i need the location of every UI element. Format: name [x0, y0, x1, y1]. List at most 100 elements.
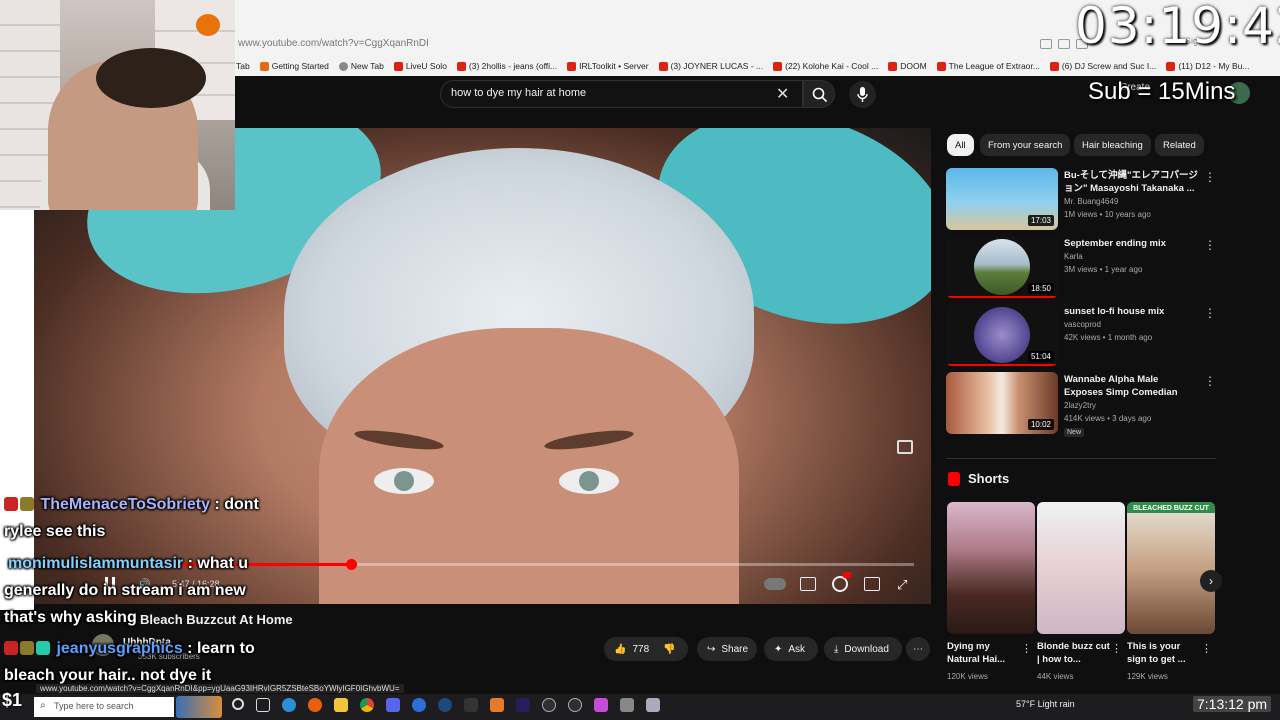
channel-name[interactable]: Mr. Buang4649 [1064, 197, 1118, 206]
video-thumbnail[interactable]: 10:02 [946, 372, 1058, 434]
ask-button[interactable]: ✦ Ask [764, 637, 818, 661]
bookmark-item[interactable]: (3) JOYNER LUCAS - ... [658, 61, 763, 71]
theater-mode-button[interactable] [864, 577, 880, 591]
bookmark-item[interactable]: (22) Kolohe Kai - Cool ... [773, 61, 878, 71]
firefox-icon[interactable] [308, 698, 322, 712]
short-item[interactable]: Blonde buzz cut | how to... 44K views ⋮ [1037, 502, 1125, 688]
channel-name[interactable]: vascoprod [1064, 320, 1101, 329]
bookmark-item[interactable]: IRLToolkit • Server [567, 61, 649, 71]
webcam-overlay [0, 0, 235, 210]
obs-icon[interactable] [542, 698, 556, 712]
short-title[interactable]: Blonde buzz cut | how to... [1037, 640, 1111, 666]
recommended-video[interactable]: 10:02 Wannabe Alpha Male Exposes Simp Co… [946, 372, 1216, 437]
duration-badge: 18:50 [1027, 283, 1054, 294]
extension-icon[interactable] [1040, 39, 1052, 49]
more-vert-icon[interactable]: ⋮ [1111, 642, 1122, 655]
bookmark-item[interactable]: The League of Extraor... [936, 61, 1040, 71]
thumbs-down-icon[interactable]: 👎 [663, 644, 675, 655]
short-item[interactable]: BLEACHED BUZZ CUT This is your sign to g… [1127, 502, 1215, 688]
app-icon[interactable] [646, 698, 660, 712]
edge-icon[interactable] [282, 698, 296, 712]
obs-icon[interactable] [568, 698, 582, 712]
chevron-right-icon[interactable]: › [1200, 570, 1222, 592]
short-item[interactable]: Dying my Natural Hai... 120K views ⋮ [947, 502, 1035, 688]
bookmarks-bar: Tab Getting Started New Tab LiveU Solo (… [236, 58, 1280, 74]
bookmark-item[interactable]: Tab [236, 61, 250, 71]
chrome-icon[interactable] [360, 698, 374, 712]
microphone-icon [857, 87, 868, 102]
autoplay-toggle[interactable] [764, 578, 786, 590]
more-vert-icon[interactable]: ⋮ [1021, 642, 1032, 655]
more-actions-button[interactable]: ⋯ [906, 637, 930, 661]
shorts-heading: Shorts [968, 471, 1010, 486]
search-icon [812, 87, 828, 103]
discord-icon[interactable] [386, 698, 400, 712]
download-button[interactable]: ⤓ Download [824, 637, 902, 661]
share-button[interactable]: ↪ Share [697, 637, 757, 661]
short-thumbnail[interactable] [947, 502, 1035, 634]
like-button[interactable]: 👍 778 👎 [604, 637, 688, 661]
short-thumbnail[interactable] [1037, 502, 1125, 634]
taskbar-search-input[interactable]: Type here to search [34, 697, 174, 717]
channel-name[interactable]: 2lazy2try [1064, 401, 1096, 410]
video-thumbnail[interactable]: 18:50 [946, 236, 1058, 298]
more-vert-icon[interactable]: ⋮ [1204, 238, 1216, 252]
bookmark-item[interactable]: (3) 2hollis - jeans (offi... [456, 61, 557, 71]
video-title[interactable]: September ending mix [1064, 237, 1200, 250]
ask-label: Ask [788, 643, 806, 655]
chip-related[interactable]: Related [1155, 134, 1204, 156]
app-icon[interactable] [594, 698, 608, 712]
chat-badge-icon [20, 497, 34, 511]
chip-from-your-search[interactable]: From your search [980, 134, 1071, 156]
video-title[interactable]: Bu-そして沖縄"エレアコパージョン" Masayoshi Takanaka .… [1064, 169, 1200, 195]
search-query[interactable]: how to dye my hair at home [451, 87, 586, 99]
short-thumbnail[interactable]: BLEACHED BUZZ CUT [1127, 502, 1215, 634]
more-vert-icon[interactable]: ⋮ [1204, 306, 1216, 320]
file-explorer-icon[interactable] [334, 698, 348, 712]
media-player-icon[interactable] [412, 698, 426, 712]
bookmark-item[interactable]: Getting Started [259, 61, 329, 71]
bookmark-item[interactable]: LiveU Solo [393, 61, 447, 71]
bookmark-item[interactable]: DOOM [888, 61, 927, 71]
address-bar[interactable]: www.youtube.com/watch?v=CggXqanRnDI [236, 34, 1076, 54]
app-icon[interactable] [620, 698, 634, 712]
epic-games-icon[interactable] [464, 698, 478, 712]
task-view-icon[interactable] [256, 698, 270, 712]
chip-all[interactable]: All [947, 134, 974, 156]
steam-icon[interactable] [438, 698, 452, 712]
bookmark-item[interactable]: New Tab [338, 61, 384, 71]
short-title[interactable]: This is your sign to get ... [1127, 640, 1201, 666]
scrubber-handle[interactable] [345, 559, 357, 570]
video-title[interactable]: Wannabe Alpha Male Exposes Simp Comedian [1064, 373, 1200, 399]
clear-search-icon[interactable]: ✕ [776, 84, 789, 104]
voice-search-button[interactable] [849, 81, 876, 108]
more-vert-icon[interactable]: ⋮ [1204, 374, 1216, 388]
video-title[interactable]: sunset lo-fi house mix [1064, 305, 1200, 318]
recommended-video[interactable]: 17:03 Bu-そして沖縄"エレアコパージョン" Masayoshi Taka… [946, 168, 1216, 232]
recommended-video[interactable]: 18:50 September ending mix Karla 3M view… [946, 236, 1216, 300]
video-thumbnail[interactable]: 51:04 [946, 304, 1058, 366]
fullscreen-icon[interactable]: ⤢ [897, 577, 907, 593]
chip-hair-bleaching[interactable]: Hair bleaching [1074, 134, 1151, 156]
video-thumbnail[interactable]: 17:03 [946, 168, 1058, 230]
more-vert-icon[interactable]: ⋮ [1204, 170, 1216, 184]
settings-gear-icon[interactable] [832, 572, 851, 592]
overlay-left-strip [0, 210, 34, 610]
channel-name[interactable]: Karla [1064, 252, 1083, 261]
taskbar-widget[interactable] [176, 696, 222, 718]
bookmark-item[interactable]: (11) D12 - My Bu... [1166, 61, 1250, 71]
short-title[interactable]: Dying my Natural Hai... [947, 640, 1021, 666]
cortana-icon[interactable] [232, 698, 244, 710]
collections-icon[interactable] [1058, 39, 1070, 49]
recommended-video[interactable]: 51:04 sunset lo-fi house mix vascoprod 4… [946, 304, 1216, 368]
more-vert-icon[interactable]: ⋮ [1201, 642, 1212, 655]
chat-badge-icon [20, 641, 34, 655]
premiere-icon[interactable] [516, 698, 530, 712]
miniplayer-icon[interactable] [897, 440, 913, 454]
subtitles-button[interactable] [800, 577, 816, 591]
search-button[interactable] [803, 80, 835, 108]
bookmark-item[interactable]: (6) DJ Screw and Suc I... [1049, 61, 1156, 71]
youtube-icon [1166, 61, 1176, 71]
app-icon[interactable] [490, 698, 504, 712]
weather-widget[interactable]: 57°F Light rain [1016, 699, 1075, 709]
